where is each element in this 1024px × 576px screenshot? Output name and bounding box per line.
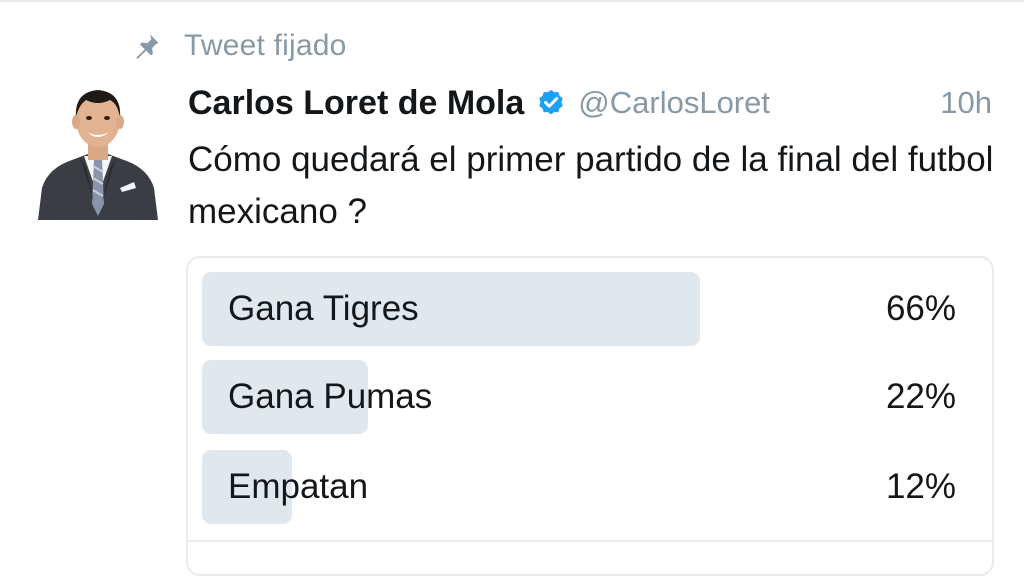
tweet-header: Carlos Loret de Mola @CarlosLoret 10h bbox=[188, 80, 994, 126]
verified-badge-icon bbox=[536, 88, 566, 118]
poll-choice-percent: 12% bbox=[885, 467, 956, 506]
top-divider bbox=[0, 0, 1024, 2]
tweet-text: Cómo quedará el primer partido de la fin… bbox=[188, 140, 994, 231]
poll-choice: Empatan 12% bbox=[202, 450, 956, 524]
tweet-timestamp[interactable]: 10h bbox=[940, 85, 992, 121]
poll-choice: Gana Tigres 66% bbox=[202, 272, 956, 346]
poll-choice-label: Gana Pumas bbox=[228, 377, 433, 416]
author-name[interactable]: Carlos Loret de Mola bbox=[188, 84, 524, 123]
poll-card: Gana Tigres 66% Gana Pumas 22% Empatan 1… bbox=[186, 256, 994, 576]
pinned-indicator: Tweet fijado bbox=[130, 26, 347, 66]
poll-choice-percent: 66% bbox=[885, 289, 956, 328]
poll-choice: Gana Pumas 22% bbox=[202, 360, 956, 434]
author-handle[interactable]: @CarlosLoret bbox=[578, 85, 770, 121]
poll-choice-label: Gana Tigres bbox=[228, 289, 419, 328]
poll-footer-divider bbox=[188, 540, 992, 574]
pinned-label: Tweet fijado bbox=[184, 29, 347, 62]
pin-icon bbox=[130, 29, 164, 63]
poll-choice-label: Empatan bbox=[228, 467, 369, 506]
avatar[interactable] bbox=[36, 84, 160, 220]
poll-choice-percent: 22% bbox=[885, 377, 956, 416]
